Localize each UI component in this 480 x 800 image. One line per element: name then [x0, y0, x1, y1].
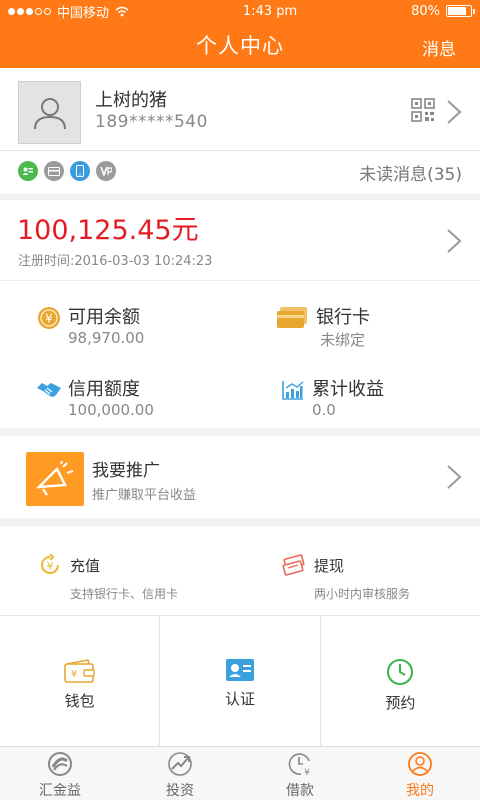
signal-icon [8, 7, 51, 15]
wifi-icon [115, 6, 129, 16]
page-title: 个人中心 [196, 34, 284, 58]
chevron-right-icon[interactable] [446, 99, 462, 125]
appointment-button[interactable]: 预约 [321, 616, 480, 746]
tab-label: 汇金益 [39, 783, 81, 799]
tab-label: 借款 [286, 783, 314, 799]
loan-clock-icon: ¥ [288, 753, 310, 777]
vip-icon [96, 161, 116, 181]
certification-label: 认证 [224, 690, 255, 708]
recharge-subtitle: 支持银行卡、信用卡 [70, 587, 179, 601]
messages-button[interactable]: 消息 [422, 35, 456, 60]
stat-label: 信用额度 [68, 379, 140, 400]
phone-icon [70, 161, 90, 181]
appointment-label: 预约 [385, 694, 416, 712]
bank-card-icon [44, 161, 64, 181]
handshake-icon [36, 377, 62, 403]
account-stats: ¥ 可用余额 98,970.00 银行卡 未绑定 信用额度 100,000.00… [0, 280, 480, 428]
bank-card-icon [276, 305, 308, 331]
wallet-button[interactable]: ¥ 钱包 [0, 616, 161, 746]
carrier-label: 中国移动 [57, 5, 110, 21]
stat-label: 累计收益 [312, 379, 384, 400]
trend-icon [168, 752, 192, 776]
svg-text:¥: ¥ [304, 768, 310, 777]
tab-label: 我的 [406, 783, 434, 799]
stat-label: 银行卡 [316, 307, 370, 328]
certification-button[interactable]: 认证 [160, 616, 321, 746]
stat-value: 100,000.00 [68, 401, 154, 419]
promo-title: 我要推广 [92, 461, 160, 481]
yuan-coin-icon: ¥ [36, 305, 62, 331]
stat-credit-limit[interactable]: 信用额度 100,000.00 [36, 375, 256, 425]
withdraw-label: 提现 [314, 557, 345, 575]
logo-icon [48, 752, 72, 776]
register-time: 注册时间:2016-03-03 10:24:23 [18, 254, 213, 269]
profile-card[interactable]: 上树的猪 189*****540 未读消息(35) [0, 68, 480, 194]
wallet-label: 钱包 [64, 692, 95, 710]
tab-invest[interactable]: 投资 [120, 747, 240, 800]
username: 上树的猪 [95, 90, 167, 111]
user-icon [408, 752, 432, 776]
divider [0, 150, 480, 151]
withdraw-subtitle: 两小时内审核服务 [314, 587, 411, 601]
id-card-icon [18, 161, 38, 181]
user-placeholder-icon [33, 97, 66, 129]
svg-text:¥: ¥ [47, 560, 54, 573]
wallet-icon: ¥ [63, 659, 95, 683]
stat-bank-card[interactable]: 银行卡 未绑定 [276, 303, 480, 353]
promotion-row[interactable]: 我要推广 推广赚取平台收益 [0, 436, 480, 518]
navbar: 个人中心 消息 [0, 22, 480, 68]
tab-label: 投资 [166, 783, 194, 799]
megaphone-icon [26, 452, 84, 506]
clock-icon [387, 659, 414, 685]
avatar[interactable] [18, 81, 81, 144]
stat-value: 未绑定 [320, 331, 366, 349]
battery-icon [445, 5, 475, 17]
total-amount: 100,125.45元 [17, 215, 199, 246]
tab-home[interactable]: 汇金益 [0, 747, 120, 800]
balance-card[interactable]: 100,125.45元 注册时间:2016-03-03 10:24:23 [0, 200, 480, 280]
recharge-label: 充值 [70, 557, 101, 575]
withdraw-icon [282, 554, 305, 576]
unread-messages[interactable]: 未读消息(35) [359, 160, 462, 185]
stat-available-balance[interactable]: ¥ 可用余额 98,970.00 [36, 303, 256, 353]
stat-value: 98,970.00 [68, 329, 145, 347]
svg-text:¥: ¥ [70, 669, 76, 680]
qr-code-icon[interactable] [411, 98, 435, 122]
stat-label: 可用余额 [68, 307, 140, 328]
feature-grid: ¥ 钱包 认证 预约 [0, 615, 480, 746]
recharge-icon: ¥ [41, 553, 59, 574]
verification-badges [18, 161, 116, 181]
svg-text:¥: ¥ [45, 312, 53, 326]
header: 中国移动 1:43 pm 80% 个人中心 消息 [0, 0, 480, 68]
tab-mine[interactable]: 我的 [360, 747, 480, 800]
user-phone: 189*****540 [95, 112, 208, 132]
stat-value: 0.0 [312, 401, 336, 419]
id-card-icon [225, 659, 254, 681]
promo-subtitle: 推广赚取平台收益 [92, 488, 197, 503]
tab-bar: 汇金益 投资 ¥ 借款 我的 [0, 746, 480, 800]
clock-time: 1:43 pm [242, 3, 298, 19]
chevron-right-icon[interactable] [446, 464, 462, 490]
tab-loan[interactable]: ¥ 借款 [240, 747, 360, 800]
status-bar: 中国移动 1:43 pm 80% [0, 0, 480, 22]
chevron-right-icon[interactable] [446, 228, 462, 254]
stat-total-earnings[interactable]: 累计收益 0.0 [280, 375, 480, 425]
bar-chart-icon [280, 377, 306, 403]
actions-panel: ¥ 充值 支持银行卡、信用卡 提现 两小时内审核服务 ¥ 钱包 认证 预约 [0, 526, 480, 746]
battery-percent: 80% [411, 3, 440, 19]
